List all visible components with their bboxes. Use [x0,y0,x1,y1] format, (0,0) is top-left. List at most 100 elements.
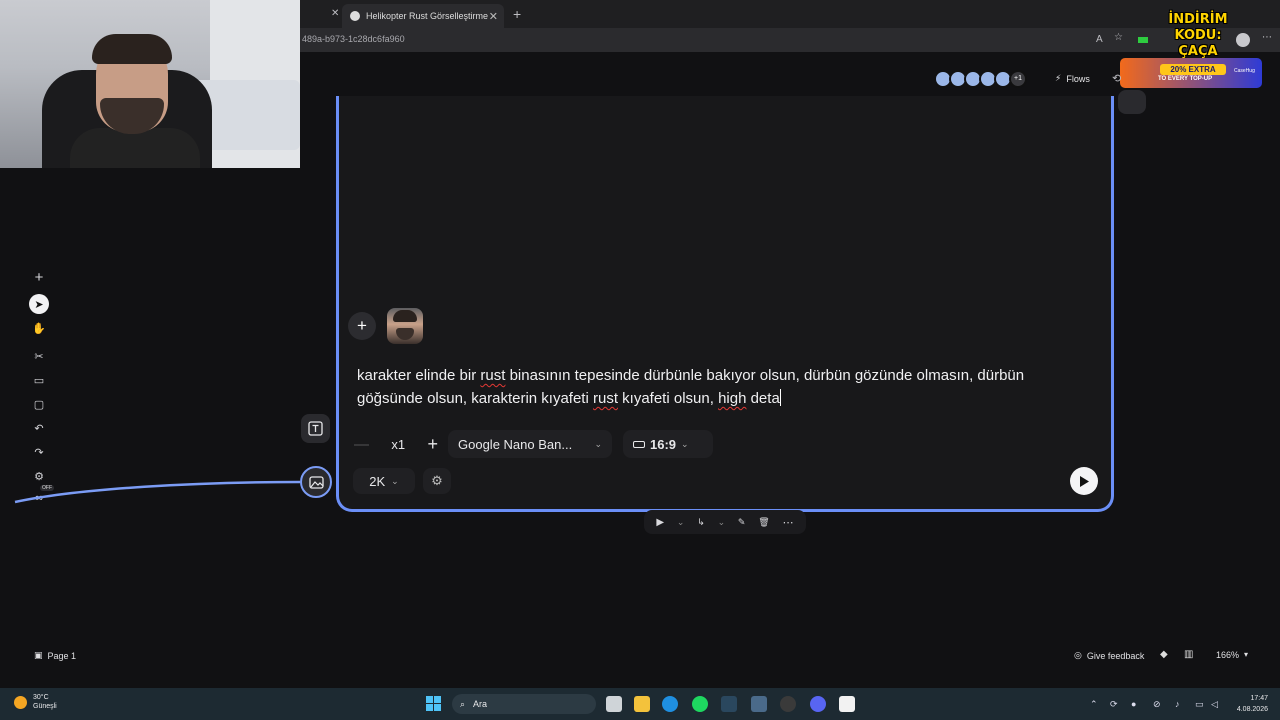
node-settings-button[interactable]: ⚙ [423,468,451,494]
increase-quantity-button[interactable]: + [427,434,438,455]
prompt-textarea[interactable]: karakter elinde bir rust binasının tepes… [357,364,1087,410]
image-icon [308,475,324,489]
aspect-ratio-label: 16:9 [650,436,677,452]
clock-date: 4.08.2026 [1236,706,1268,713]
misspelled-word: rust [480,367,506,384]
chevron-down-icon: ⌄ [681,438,689,449]
weather-widget[interactable]: 30°C Güneşli [14,693,57,711]
close-tab-icon[interactable]: ✕ [331,8,339,19]
task-view-icon[interactable] [606,696,622,712]
trash-icon[interactable]: 🗑 [758,517,769,528]
book-icon[interactable]: ▥ [1184,649,1193,660]
connection-edge[interactable] [0,470,310,510]
zoom-control[interactable]: 166% ▾ [1216,650,1248,660]
history-icon[interactable]: ⟲ [1112,72,1121,85]
edge-browser-icon[interactable] [662,696,678,712]
model-select[interactable]: Google Nano Ban... ⌄ [448,430,612,458]
text-caret [779,389,781,406]
add-node-icon[interactable]: + [28,266,50,288]
flows-button[interactable]: ⚡ Flows [1055,73,1090,84]
scissors-icon[interactable]: ✂ [28,345,50,367]
promo-brand-logo: CaseHug [1234,68,1255,74]
page-icon: ▣ [34,650,43,660]
webcam-overlay [0,0,300,168]
text-icon [308,421,323,436]
resolution-select[interactable]: 2K ⌄ [353,468,415,494]
search-placeholder: Ara [473,699,488,709]
url-text[interactable]: 489a-b973-1c28dc6fa960 [302,34,405,44]
translate-icon[interactable]: A [1096,34,1103,45]
reference-image-thumbnail[interactable] [387,308,423,344]
play-icon [1080,475,1089,487]
sun-icon [14,695,27,709]
give-feedback-button[interactable]: ◎ Give feedback [1074,650,1144,661]
quantity-stepper: — x1 + [354,430,438,458]
steam-tray-icon[interactable]: ● [1131,699,1136,709]
comment-icon[interactable]: ▢ [28,393,50,415]
hand-pan-icon[interactable]: ✋ [28,317,50,339]
steam-icon[interactable] [721,696,737,712]
page-tab-label: Page 1 [47,650,77,661]
tab-title: Helikopter Rust Görselleştirme [366,11,489,21]
spotify-icon[interactable] [692,696,708,712]
collaborator-avatars[interactable]: +1 [934,70,1027,88]
discord-icon[interactable] [810,696,826,712]
browser-menu-icon[interactable]: ⋯ [1262,32,1272,43]
more-options-icon[interactable]: ⋯ [783,516,794,529]
gear-icon: ⚙ [431,473,443,488]
lightning-icon: ⚡ [1055,73,1062,83]
chevron-down-icon[interactable]: ⌄ [677,517,685,528]
bookmark-star-icon[interactable]: ☆ [1114,32,1123,43]
text-input-handle[interactable] [301,414,330,443]
chevron-down-icon[interactable]: ⌄ [718,517,726,528]
chevron-up-icon[interactable]: ⌃ [1090,699,1098,710]
system-clock[interactable]: 17:47 4.08.2026 [1228,693,1268,715]
sync-icon[interactable]: ⟳ [1110,699,1118,710]
image-input-handle[interactable] [300,466,332,498]
select-cursor-icon[interactable]: ➤ [29,294,49,314]
weather-condition: Güneşli [33,703,57,710]
search-icon: ⌕ [460,698,466,709]
more-collaborators-badge[interactable]: +1 [1009,70,1027,88]
zoom-level: 166% [1216,650,1240,660]
connect-icon[interactable]: ↳ [697,517,705,528]
chevron-down-icon: ⌄ [594,438,602,449]
display-icon[interactable]: ▭ [1195,699,1204,710]
misspelled-word: rust [592,390,618,407]
site-favicon-icon [350,11,360,21]
node-side-button[interactable] [1118,90,1146,114]
file-explorer-icon[interactable] [634,696,650,712]
run-node-button[interactable]: ▶ [656,517,664,528]
promo-banner-subtitle: TO EVERY TOP-UP [1158,76,1213,82]
app-icon[interactable] [780,696,796,712]
learn-icon[interactable]: ◆ [1160,649,1168,660]
network-off-icon[interactable]: ⊘ [1153,699,1161,710]
capcut-icon[interactable] [839,696,855,712]
windows-start-icon[interactable] [426,696,441,711]
undo-icon[interactable]: ↶ [28,417,50,439]
microphone-icon[interactable]: ♪ [1175,699,1180,709]
taskbar-search[interactable]: ⌕ Ara [452,694,596,714]
run-button[interactable] [1070,467,1098,495]
decrease-quantity-button[interactable]: — [354,436,369,453]
page-tab[interactable]: ▣ Page 1 [34,650,76,661]
resolution-label: 2K [369,473,386,489]
close-tab-icon[interactable]: ✕ [489,10,498,23]
webcam-body [70,128,200,168]
aspect-ratio-select[interactable]: 16:9 ⌄ [623,430,713,458]
volume-icon[interactable]: ◁ [1211,699,1218,710]
app-icon[interactable] [751,696,767,712]
give-feedback-label: Give feedback [1086,650,1145,661]
aspect-ratio-icon [633,440,645,448]
stream-promo-code: İNDİRİM KODU: ÇAÇA [1168,12,1228,59]
node-action-bar: ▶ ⌄ ↳ ⌄ ✎ 🗑 ⋯ [644,510,806,534]
edit-icon[interactable]: ✎ [738,517,746,528]
browser-tab-active[interactable]: Helikopter Rust Görselleştirme ✕ [342,4,504,28]
redo-icon[interactable]: ↷ [28,441,50,463]
misspelled-word: high [718,390,747,407]
sticky-note-icon[interactable]: ▭ [28,369,50,391]
promo-banner-headline: 20% EXTRA [1160,64,1226,75]
add-reference-button[interactable]: + [348,312,376,340]
chevron-down-icon: ⌄ [391,475,399,486]
new-tab-icon[interactable]: + [513,6,521,22]
